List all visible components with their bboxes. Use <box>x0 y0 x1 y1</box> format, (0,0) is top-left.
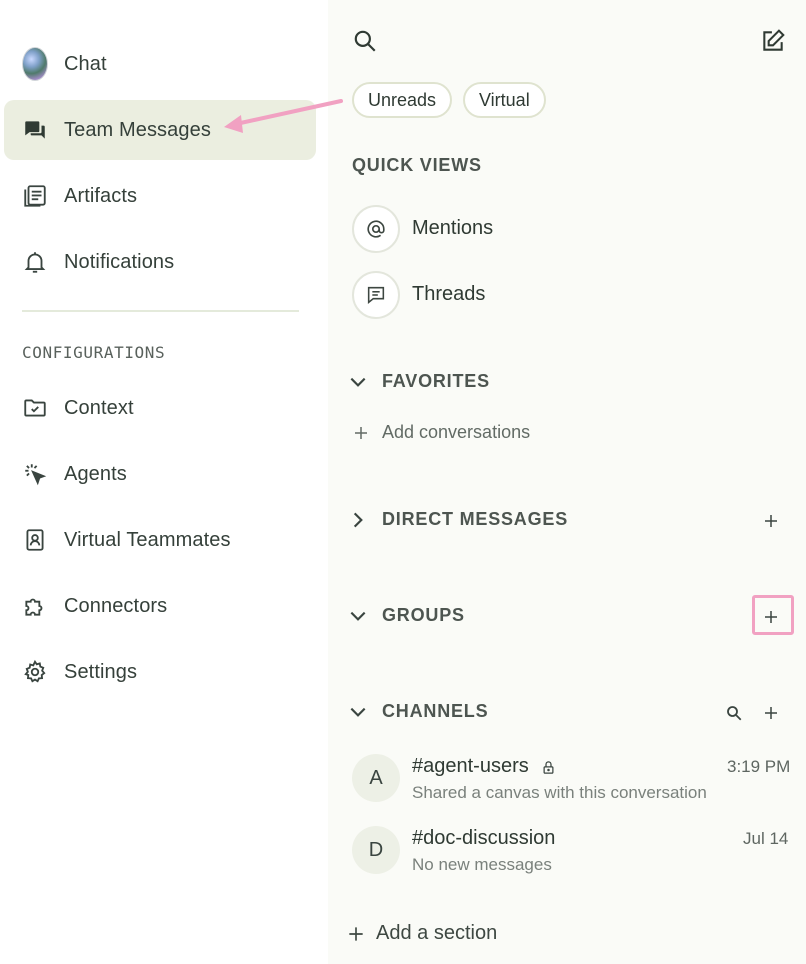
nav-divider <box>22 310 299 312</box>
channel-time: Jul 14 <box>743 829 789 848</box>
gear-icon <box>22 659 48 685</box>
compose-icon[interactable] <box>758 26 788 56</box>
nav-item-notifications[interactable]: Notifications <box>4 232 316 292</box>
contact-badge-icon <box>22 527 48 553</box>
bell-icon <box>22 249 48 275</box>
plus-icon <box>349 926 363 941</box>
add-section-button[interactable]: Add a section <box>346 922 497 945</box>
plus-icon <box>355 426 367 439</box>
at-sign-icon[interactable] <box>352 205 400 253</box>
direct-messages-heading[interactable]: DIRECT MESSAGES <box>382 509 568 530</box>
chat-orb-icon <box>22 47 48 81</box>
left-sidebar: Chat Team Messages Artifacts Notificatio… <box>0 0 328 964</box>
lock-icon <box>541 759 556 776</box>
threads-icon[interactable] <box>352 271 400 319</box>
nav-item-agents[interactable]: Agents <box>4 444 316 504</box>
nav-item-context[interactable]: Context <box>4 378 316 438</box>
favorites-heading[interactable]: FAVORITES <box>382 371 490 392</box>
team-messages-icon <box>22 117 48 143</box>
chevron-down-icon[interactable] <box>348 372 368 392</box>
chevron-down-icon[interactable] <box>348 606 368 626</box>
plus-icon <box>765 515 777 527</box>
puzzle-icon <box>22 593 48 619</box>
nav-item-label: Agents <box>64 462 127 485</box>
filter-unreads[interactable]: Unreads <box>352 82 453 118</box>
nav-item-label: Connectors <box>64 594 168 617</box>
nav-item-label: Team Messages <box>64 118 211 141</box>
channel-name: #agent-users <box>412 755 529 777</box>
cursor-click-icon <box>22 461 48 487</box>
configurations-heading: CONFIGURATIONS <box>22 343 166 362</box>
chevron-right-icon[interactable] <box>348 510 368 530</box>
add-direct-message-button[interactable] <box>756 506 786 536</box>
search-icon[interactable] <box>350 26 380 56</box>
folder-check-icon <box>22 395 48 421</box>
team-messages-panel: Unreads Virtual QUICK VIEWS Mentions Thr… <box>328 0 806 964</box>
quick-view-threads[interactable]: Threads <box>412 283 485 306</box>
nav-item-connectors[interactable]: Connectors <box>4 576 316 636</box>
nav-item-chat[interactable]: Chat <box>4 34 316 94</box>
quick-views-heading: QUICK VIEWS <box>352 155 482 175</box>
channel-subtitle: Shared a canvas with this conversation <box>412 783 707 802</box>
search-channels-button[interactable] <box>719 698 749 728</box>
add-section-label: Add a section <box>376 922 498 944</box>
nav-item-settings[interactable]: Settings <box>4 642 316 702</box>
channel-name: #doc-discussion <box>412 827 556 849</box>
chevron-down-icon[interactable] <box>348 702 368 722</box>
add-channel-button[interactable] <box>756 698 786 728</box>
nav-item-label: Notifications <box>64 250 175 273</box>
channel-time: 3:19 PM <box>727 757 791 776</box>
channel-subtitle: No new messages <box>412 855 552 874</box>
nav-item-team-messages[interactable]: Team Messages <box>4 100 316 160</box>
filter-virtual[interactable]: Virtual <box>463 82 546 118</box>
channel-avatar: D <box>352 826 400 874</box>
channels-heading[interactable]: CHANNELS <box>382 701 488 722</box>
search-icon <box>727 706 742 721</box>
nav-item-label: Context <box>64 396 134 419</box>
nav-item-virtual-teammates[interactable]: Virtual Teammates <box>4 510 316 570</box>
nav-item-artifacts[interactable]: Artifacts <box>4 166 316 226</box>
add-conversations-button[interactable]: Add conversations <box>352 422 530 443</box>
quick-view-mentions[interactable]: Mentions <box>412 217 493 240</box>
plus-icon <box>765 707 777 719</box>
annotation-highlight-box <box>752 595 794 635</box>
nav-item-label: Settings <box>64 660 138 683</box>
nav-item-label: Artifacts <box>64 184 138 207</box>
add-conversations-label: Add conversations <box>382 422 531 442</box>
groups-heading[interactable]: GROUPS <box>382 605 465 626</box>
nav-item-label: Chat <box>64 52 107 75</box>
channel-avatar: A <box>352 754 400 802</box>
artifacts-icon <box>22 183 48 209</box>
nav-item-label: Virtual Teammates <box>64 528 231 551</box>
